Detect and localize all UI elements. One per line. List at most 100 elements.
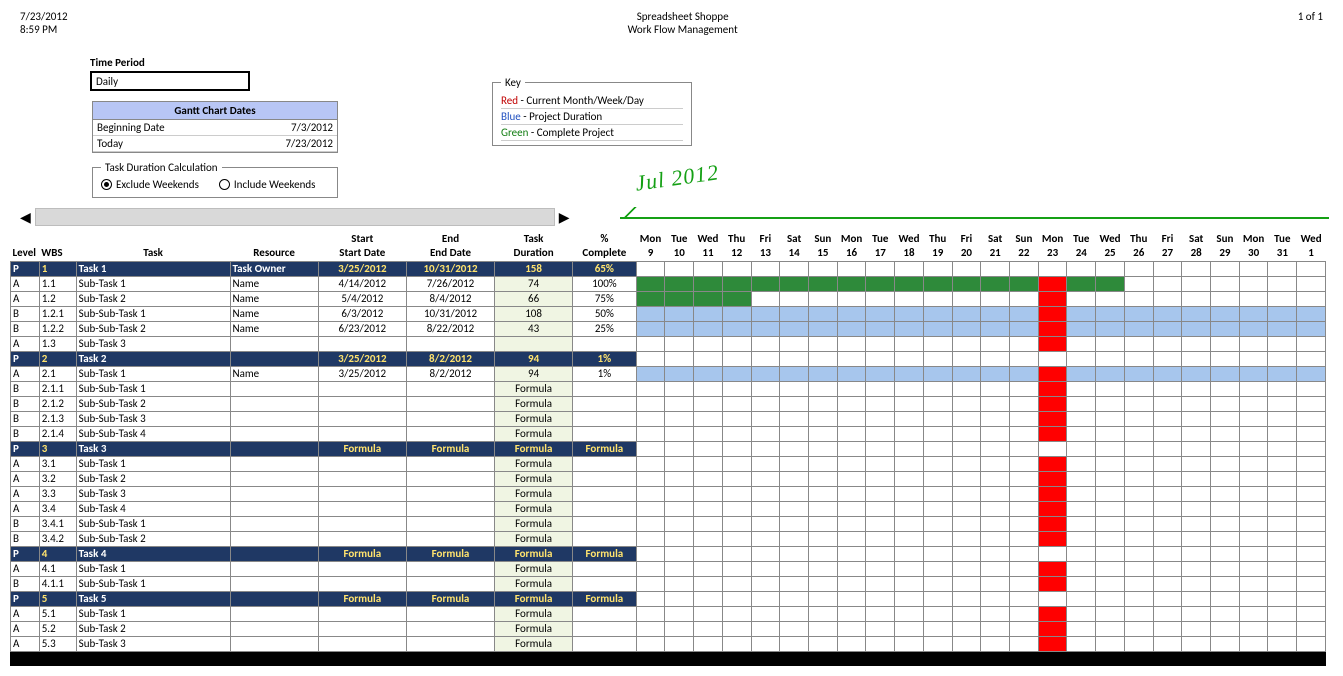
gantt-cell bbox=[1096, 396, 1125, 411]
gantt-cell bbox=[837, 501, 866, 516]
gantt-cell bbox=[952, 531, 981, 546]
cell-wbs: 3.4 bbox=[39, 501, 76, 516]
gantt-cell bbox=[1268, 606, 1297, 621]
table-row[interactable]: A3.2Sub-Task 2Formula bbox=[11, 471, 1326, 486]
gantt-cell bbox=[751, 291, 780, 306]
cell-duration: Formula bbox=[495, 471, 573, 486]
gantt-cell bbox=[981, 276, 1010, 291]
gantt-cell bbox=[751, 621, 780, 636]
cell-resource bbox=[230, 516, 318, 531]
radio-include-weekends[interactable]: Include Weekends bbox=[219, 178, 316, 191]
table-row[interactable]: P5Task 5FormulaFormulaFormulaFormula bbox=[11, 591, 1326, 606]
table-row[interactable]: A4.1Sub-Task 1Formula bbox=[11, 561, 1326, 576]
cell-duration: Formula bbox=[495, 531, 573, 546]
gantt-cell bbox=[1153, 516, 1182, 531]
gantt-cell bbox=[808, 306, 837, 321]
gantt-cell bbox=[1182, 261, 1211, 276]
cell-wbs: 3.2 bbox=[39, 471, 76, 486]
cell-level: A bbox=[11, 486, 40, 501]
table-row[interactable]: A3.1Sub-Task 1Formula bbox=[11, 456, 1326, 471]
day-dow: Sat bbox=[981, 232, 1010, 246]
gantt-cell bbox=[1153, 381, 1182, 396]
table-row[interactable]: B1.2.2Sub-Sub-Task 2Name6/23/20128/22/20… bbox=[11, 321, 1326, 336]
month-underline bbox=[620, 207, 1329, 219]
cell-end: 10/31/2012 bbox=[406, 306, 494, 321]
begin-date-value[interactable]: 7/3/2012 bbox=[234, 120, 337, 136]
table-row[interactable]: P4Task 4FormulaFormulaFormulaFormula bbox=[11, 546, 1326, 561]
scroll-left-icon[interactable]: ◀ bbox=[20, 209, 31, 226]
gantt-cell bbox=[808, 591, 837, 606]
gantt-cell bbox=[981, 591, 1010, 606]
gantt-cell bbox=[895, 456, 924, 471]
table-row[interactable]: A3.3Sub-Task 3Formula bbox=[11, 486, 1326, 501]
gantt-cell bbox=[1211, 306, 1240, 321]
today-label: Today bbox=[93, 136, 234, 152]
gantt-cell bbox=[1067, 561, 1096, 576]
gantt-cell bbox=[1124, 501, 1153, 516]
gantt-cell bbox=[636, 336, 665, 351]
cell-level: A bbox=[11, 456, 40, 471]
cell-task: Sub-Task 4 bbox=[76, 501, 230, 516]
table-row[interactable]: B3.4.1Sub-Sub-Task 1Formula bbox=[11, 516, 1326, 531]
table-row[interactable]: A3.4Sub-Task 4Formula bbox=[11, 501, 1326, 516]
radio-exclude-weekends[interactable]: Exclude Weekends bbox=[101, 178, 199, 191]
table-row[interactable]: B2.1.3Sub-Sub-Task 3Formula bbox=[11, 411, 1326, 426]
table-row[interactable]: A2.1Sub-Task 1Name3/25/20128/2/2012941% bbox=[11, 366, 1326, 381]
gantt-cell bbox=[1153, 486, 1182, 501]
gantt-cell bbox=[722, 396, 751, 411]
gantt-cell bbox=[1211, 516, 1240, 531]
table-row[interactable]: P3Task 3FormulaFormulaFormulaFormula bbox=[11, 441, 1326, 456]
table-row[interactable]: B3.4.2Sub-Sub-Task 2Formula bbox=[11, 531, 1326, 546]
gantt-cell bbox=[1096, 381, 1125, 396]
table-row[interactable]: A1.2Sub-Task 2Name5/4/20128/4/20126675% bbox=[11, 291, 1326, 306]
table-row[interactable]: B2.1.1Sub-Sub-Task 1Formula bbox=[11, 381, 1326, 396]
gantt-cell bbox=[837, 456, 866, 471]
table-row[interactable]: B2.1.4Sub-Sub-Task 4Formula bbox=[11, 426, 1326, 441]
cell-start bbox=[318, 456, 406, 471]
table-row[interactable]: B4.1.1Sub-Sub-Task 1Formula bbox=[11, 576, 1326, 591]
gantt-cell bbox=[1182, 411, 1211, 426]
gantt-cell bbox=[981, 621, 1010, 636]
time-period-select[interactable]: Daily bbox=[90, 71, 250, 91]
gantt-cell bbox=[1211, 606, 1240, 621]
table-row[interactable]: B2.1.2Sub-Sub-Task 2Formula bbox=[11, 396, 1326, 411]
scroll-track[interactable] bbox=[35, 208, 555, 226]
table-row[interactable]: A5.3Sub-Task 3Formula bbox=[11, 636, 1326, 651]
table-row[interactable]: A5.1Sub-Task 1Formula bbox=[11, 606, 1326, 621]
gantt-cell bbox=[1153, 321, 1182, 336]
cell-wbs: 3.4.2 bbox=[39, 531, 76, 546]
gantt-cell bbox=[1297, 261, 1326, 276]
gantt-cell bbox=[1182, 426, 1211, 441]
gantt-cell bbox=[665, 531, 694, 546]
cell-resource bbox=[230, 576, 318, 591]
cell-level: B bbox=[11, 516, 40, 531]
col-start1: Start bbox=[318, 232, 406, 246]
today-value[interactable]: 7/23/2012 bbox=[234, 136, 337, 152]
cell-task: Sub-Task 2 bbox=[76, 621, 230, 636]
gantt-cell bbox=[722, 621, 751, 636]
gantt-cell bbox=[1211, 456, 1240, 471]
gantt-table: Start End Task % MonTueWedThuFriSatSunMo… bbox=[10, 232, 1326, 666]
gantt-cell bbox=[895, 621, 924, 636]
gantt-cell bbox=[952, 591, 981, 606]
gantt-cell bbox=[866, 291, 895, 306]
gantt-cell bbox=[1010, 576, 1039, 591]
table-row[interactable]: A5.2Sub-Task 2Formula bbox=[11, 621, 1326, 636]
day-dow: Fri bbox=[952, 232, 981, 246]
gantt-cell bbox=[1182, 576, 1211, 591]
gantt-cell bbox=[751, 441, 780, 456]
table-row[interactable]: A1.3Sub-Task 3 bbox=[11, 336, 1326, 351]
scroll-right-icon[interactable]: ▶ bbox=[559, 209, 570, 226]
table-row[interactable]: P2Task 23/25/20128/2/2012941% bbox=[11, 351, 1326, 366]
table-row[interactable]: B1.2.1Sub-Sub-Task 1Name6/3/201210/31/20… bbox=[11, 306, 1326, 321]
table-row[interactable]: A1.1Sub-Task 1Name4/14/20127/26/20127410… bbox=[11, 276, 1326, 291]
day-dow: Mon bbox=[1038, 232, 1067, 246]
gantt-cell bbox=[665, 261, 694, 276]
gantt-cell bbox=[1153, 276, 1182, 291]
gantt-cell bbox=[837, 636, 866, 651]
day-num: 13 bbox=[751, 246, 780, 261]
gantt-cell bbox=[1010, 501, 1039, 516]
table-row[interactable]: P1Task 1Task Owner3/25/201210/31/2012158… bbox=[11, 261, 1326, 276]
gantt-cell bbox=[1067, 501, 1096, 516]
gantt-cell bbox=[1038, 546, 1067, 561]
